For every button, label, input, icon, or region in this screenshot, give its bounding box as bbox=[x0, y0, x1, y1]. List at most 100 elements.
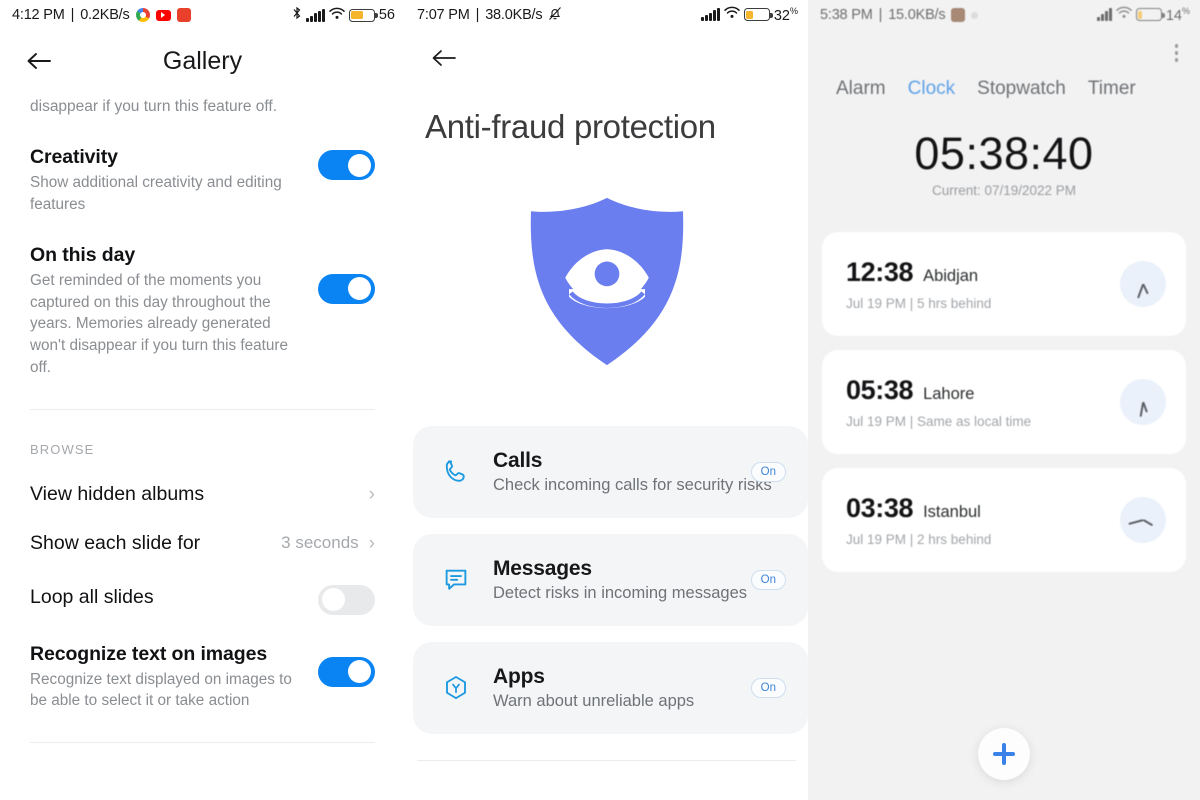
card-messages[interactable]: Messages Detect risks in incoming messag… bbox=[413, 534, 808, 626]
toggle-knob bbox=[348, 153, 371, 177]
nav-row-show-each-slide-for[interactable]: Show each slide for 3 seconds › bbox=[30, 506, 375, 555]
world-clock-top: 03:38 Istanbul bbox=[846, 493, 1120, 524]
world-clock-item-istanbul[interactable]: 03:38 Istanbul Jul 19 PM | 2 hrs behind bbox=[822, 467, 1186, 572]
chrome-icon bbox=[135, 8, 150, 22]
back-arrow-icon[interactable] bbox=[16, 38, 62, 84]
message-icon bbox=[439, 565, 473, 595]
status-bar-left: 7:07 PM | 38.0KB/s bbox=[417, 6, 562, 25]
signal-bars-icon bbox=[1097, 8, 1112, 22]
status-net-speed: 15.0KB/s bbox=[888, 7, 946, 23]
clock-content: 5:38 PM | 15.0KB/s 14% Alarm Clock Stopw… bbox=[808, 0, 1200, 572]
battery-icon bbox=[1135, 8, 1165, 22]
card-apps[interactable]: Apps Warn about unreliable apps On bbox=[413, 642, 808, 734]
card-subtitle: Warn about unreliable apps bbox=[493, 692, 695, 710]
card-subtitle: Check incoming calls for security risks bbox=[493, 476, 772, 494]
wifi-icon bbox=[724, 6, 740, 23]
red-app-icon bbox=[176, 8, 191, 22]
status-bar-right: 56 bbox=[292, 6, 395, 24]
setting-subtitle: Show additional creativity and editing f… bbox=[30, 174, 282, 214]
world-clock-meta: Jul 19 PM | Same as local time bbox=[846, 413, 1032, 429]
small-dot-icon bbox=[971, 11, 979, 19]
chevron-right-icon: › bbox=[368, 532, 375, 554]
tab-timer[interactable]: Timer bbox=[1088, 78, 1136, 100]
nav-row-loop-all-slides[interactable]: Loop all slides bbox=[30, 555, 375, 615]
setting-text: On this day Get reminded of the moments … bbox=[30, 244, 302, 379]
tab-stopwatch[interactable]: Stopwatch bbox=[977, 78, 1066, 100]
shield-eye-icon bbox=[512, 194, 702, 374]
on-this-day-toggle[interactable] bbox=[318, 273, 375, 304]
nav-title: Loop all slides bbox=[30, 586, 154, 608]
bell-muted-icon bbox=[548, 6, 562, 25]
app-bar bbox=[405, 30, 808, 86]
add-city-button[interactable] bbox=[978, 728, 1030, 780]
world-clock-item-lahore[interactable]: 05:38 Lahore Jul 19 PM | Same as local t… bbox=[822, 349, 1186, 454]
toggle-knob bbox=[322, 588, 345, 611]
section-label-browse: BROWSE bbox=[30, 441, 95, 457]
world-clock-top: 12:38 Abidjan bbox=[846, 257, 1120, 288]
analog-clock-icon bbox=[1120, 378, 1166, 425]
analog-clock-icon bbox=[1120, 496, 1166, 543]
signal-bars-icon bbox=[306, 8, 325, 22]
world-clock-city: Lahore bbox=[923, 384, 975, 403]
analog-clock-icon bbox=[1120, 260, 1166, 307]
status-bar-right: 32% bbox=[701, 6, 798, 24]
status-time: 4:12 PM bbox=[12, 7, 65, 23]
world-clock-text: 12:38 Abidjan Jul 19 PM | 5 hrs behind bbox=[846, 257, 1120, 311]
current-time-display: 05:38:40 Current: 07/19/2022 PM bbox=[808, 100, 1200, 198]
world-clock-time: 05:38 bbox=[846, 374, 914, 405]
toggle-knob bbox=[348, 277, 371, 301]
toggle-knob bbox=[348, 660, 371, 683]
battery-icon bbox=[348, 8, 378, 22]
nav-row-view-hidden-albums[interactable]: View hidden albums › bbox=[30, 457, 375, 506]
creativity-toggle[interactable] bbox=[318, 150, 375, 181]
status-bar-left: 5:38 PM | 15.0KB/s bbox=[820, 7, 979, 23]
world-clock-time: 03:38 bbox=[846, 492, 914, 523]
status-separator: | bbox=[475, 7, 480, 23]
status-time: 5:38 PM bbox=[820, 7, 873, 23]
setting-row-recognize-text[interactable]: Recognize text on images Recognize text … bbox=[30, 615, 375, 712]
world-clock-list: 12:38 Abidjan Jul 19 PM | 5 hrs behind 0… bbox=[808, 198, 1200, 572]
status-bar: 5:38 PM | 15.0KB/s 14% bbox=[808, 0, 1200, 30]
card-title: Messages bbox=[493, 557, 592, 580]
apps-hexagon-icon bbox=[439, 673, 473, 703]
chevron-right-icon: › bbox=[368, 483, 375, 505]
card-text: Apps Warn about unreliable apps bbox=[493, 665, 731, 711]
status-separator: | bbox=[878, 7, 883, 23]
phone-icon bbox=[439, 457, 473, 487]
battery-percent: 56 bbox=[378, 7, 395, 23]
world-clock-item-abidjan[interactable]: 12:38 Abidjan Jul 19 PM | 5 hrs behind bbox=[822, 231, 1186, 336]
card-title: Calls bbox=[493, 449, 543, 472]
world-clock-top: 05:38 Lahore bbox=[846, 375, 1120, 406]
status-net-speed: 38.0KB/s bbox=[485, 7, 543, 23]
setting-row-on-this-day[interactable]: On this day Get reminded of the moments … bbox=[30, 216, 375, 379]
setting-row-creativity[interactable]: Creativity Show additional creativity an… bbox=[30, 118, 375, 215]
setting-subtitle: Recognize text displayed on images to be… bbox=[30, 670, 292, 710]
tab-alarm[interactable]: Alarm bbox=[836, 78, 886, 100]
status-net-speed: 0.2KB/s bbox=[80, 7, 130, 23]
recognize-text-toggle[interactable] bbox=[318, 656, 375, 687]
status-badge: On bbox=[750, 462, 786, 482]
card-calls[interactable]: Calls Check incoming calls for security … bbox=[413, 426, 808, 518]
status-bar-left: 4:12 PM | 0.2KB/s bbox=[12, 7, 191, 23]
nav-title: Show each slide for bbox=[30, 531, 201, 554]
back-arrow-icon[interactable] bbox=[421, 35, 467, 81]
kebab-menu-icon[interactable] bbox=[1174, 30, 1200, 62]
youtube-icon bbox=[155, 9, 171, 21]
page-title: Anti-fraud protection bbox=[425, 108, 716, 145]
gallery-settings-screen: 4:12 PM | 0.2KB/s 56 Gallery disappear i… bbox=[0, 0, 405, 800]
world-clock-city: Istanbul bbox=[923, 502, 981, 521]
status-time: 7:07 PM bbox=[417, 7, 470, 23]
battery-percent: 14% bbox=[1165, 6, 1190, 24]
signal-bars-icon bbox=[701, 8, 720, 22]
world-clock-text: 05:38 Lahore Jul 19 PM | Same as local t… bbox=[846, 375, 1120, 429]
nav-value: 3 seconds bbox=[281, 533, 359, 552]
loop-all-slides-toggle[interactable] bbox=[318, 584, 375, 615]
brown-app-icon bbox=[951, 8, 966, 22]
plus-icon-vertical bbox=[1002, 743, 1006, 765]
clock-screen: 5:38 PM | 15.0KB/s 14% Alarm Clock Stopw… bbox=[808, 0, 1200, 800]
tab-clock[interactable]: Clock bbox=[908, 78, 956, 100]
setting-text: Creativity Show additional creativity an… bbox=[30, 146, 302, 215]
wifi-icon bbox=[1116, 6, 1132, 23]
world-clock-text: 03:38 Istanbul Jul 19 PM | 2 hrs behind bbox=[846, 493, 1120, 547]
setting-subtitle: Get reminded of the moments you captured… bbox=[30, 271, 289, 376]
